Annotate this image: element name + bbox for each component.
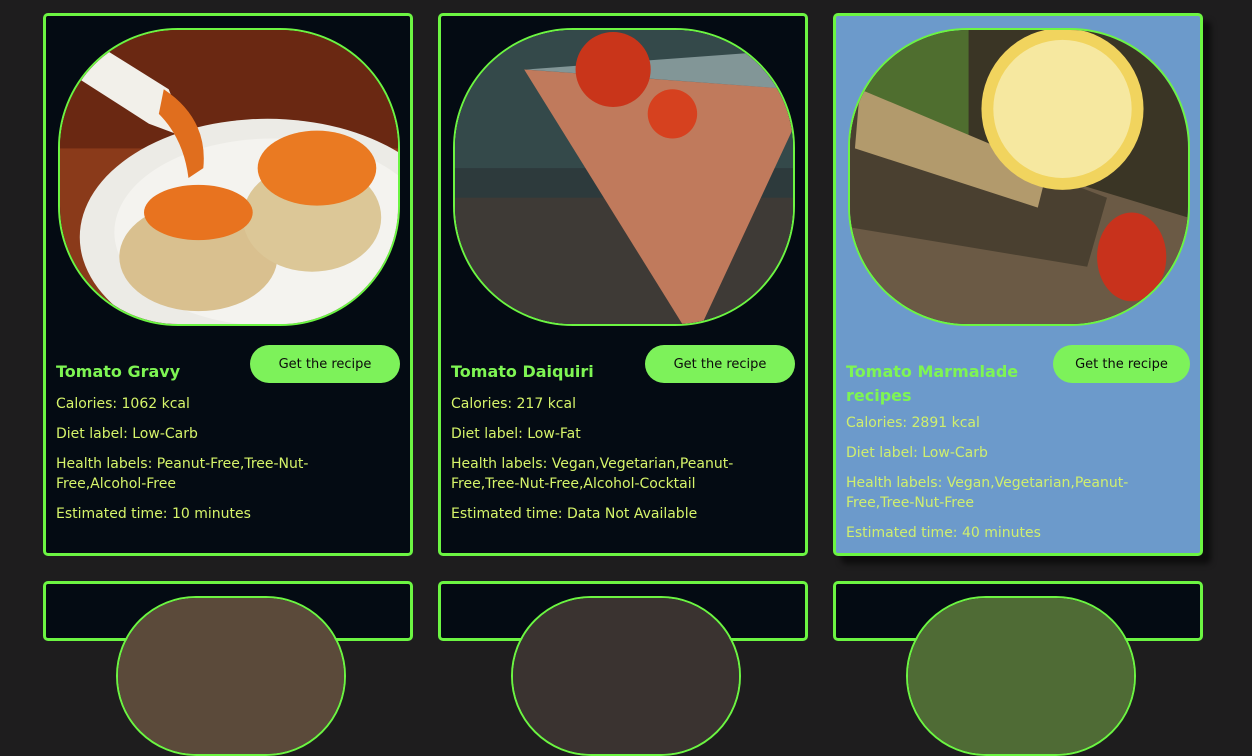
recipe-card: Tomato Marmalade recipes Get the recipe … [833, 13, 1203, 556]
recipe-title: Tomato Daiquiri [451, 362, 594, 381]
calories-text: Calories: 217 kcal [451, 396, 576, 412]
get-recipe-button[interactable]: Get the recipe [645, 345, 795, 383]
get-recipe-button[interactable]: Get the recipe [1053, 345, 1190, 383]
health-labels-text: Health labels: Vegan,Vegetarian,Peanut-F… [451, 456, 734, 492]
recipe-image [511, 596, 741, 756]
recipe-image [58, 28, 400, 326]
estimated-time-text: Estimated time: Data Not Available [451, 506, 698, 522]
recipe-image [453, 28, 795, 326]
calories-text: Calories: 2891 kcal [846, 415, 980, 431]
health-labels-text: Health labels: Vegan,Vegetarian,Peanut-F… [846, 475, 1129, 511]
recipe-details: Calories: 217 kcal Diet label: Low-Fat H… [451, 394, 751, 534]
recipe-grid: Tomato Gravy Get the recipe Calories: 10… [43, 13, 1203, 756]
diet-label-text: Diet label: Low-Carb [56, 426, 198, 442]
health-labels-text: Health labels: Peanut-Free,Tree-Nut-Free… [56, 456, 309, 492]
recipe-card: Tomato Daiquiri Get the recipe Calories:… [438, 13, 808, 556]
recipe-card [438, 581, 808, 756]
recipe-image [116, 596, 346, 756]
diet-label-text: Diet label: Low-Fat [451, 426, 581, 442]
recipe-details: Calories: 2891 kcal Diet label: Low-Carb… [846, 413, 1146, 553]
recipe-details: Calories: 1062 kcal Diet label: Low-Carb… [56, 394, 356, 534]
diet-label-text: Diet label: Low-Carb [846, 445, 988, 461]
recipe-title: Tomato Gravy [56, 362, 181, 381]
recipe-card [43, 581, 413, 756]
recipe-card [833, 581, 1203, 756]
estimated-time-text: Estimated time: 40 minutes [846, 525, 1041, 541]
recipe-card: Tomato Gravy Get the recipe Calories: 10… [43, 13, 413, 556]
recipe-image [906, 596, 1136, 756]
get-recipe-button[interactable]: Get the recipe [250, 345, 400, 383]
recipe-title: Tomato Marmalade recipes [846, 362, 1019, 405]
estimated-time-text: Estimated time: 10 minutes [56, 506, 251, 522]
calories-text: Calories: 1062 kcal [56, 396, 190, 412]
recipe-image [848, 28, 1190, 326]
